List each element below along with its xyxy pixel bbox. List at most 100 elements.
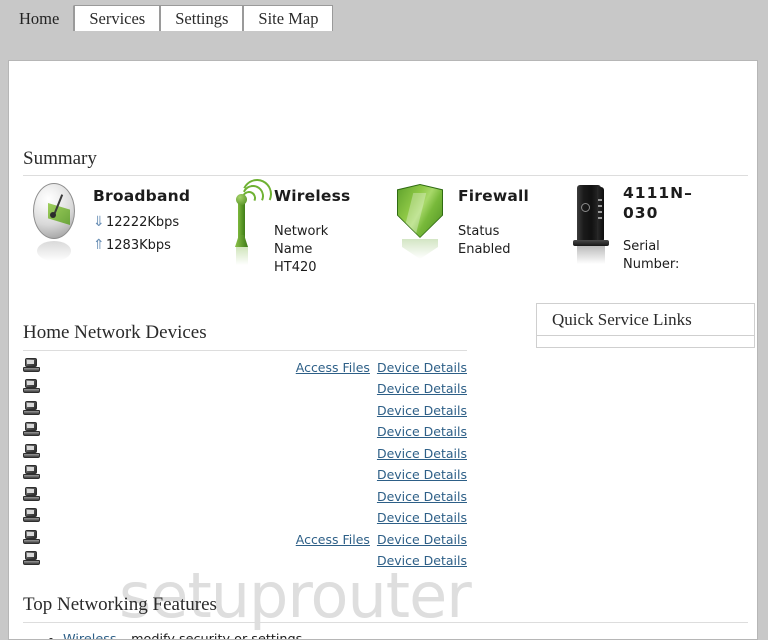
router-led-3	[598, 211, 602, 213]
computer-icon	[23, 465, 53, 485]
shield-gloss	[402, 193, 427, 235]
table-row: Device Details	[23, 465, 467, 487]
device-row-links: Device Details	[370, 488, 467, 506]
summary-heading: Summary	[23, 148, 97, 169]
download-arrow-icon: ⇓	[93, 214, 105, 230]
device-details-link[interactable]: Device Details	[377, 446, 467, 461]
feature-description: – modify security or settings	[116, 632, 303, 640]
wifi-knob	[236, 194, 247, 205]
computer-icon	[23, 551, 53, 571]
router-device-icon	[567, 181, 621, 269]
summary-wireless: Wireless Network Name HT420	[222, 174, 350, 275]
wireless-network-label-2: Name	[274, 242, 313, 257]
table-row: Access Files Device Details	[23, 357, 467, 379]
computer-icon	[23, 508, 53, 528]
wifi-reflection	[236, 247, 248, 265]
router-reflection	[577, 246, 605, 264]
firewall-shield-icon	[394, 181, 450, 269]
tab-bar: Home Services Settings Site Map	[0, 0, 768, 31]
computer-icon	[23, 443, 53, 464]
broadband-title: Broadband	[93, 187, 191, 205]
computer-icon	[23, 357, 53, 378]
device-details-link[interactable]: Device Details	[377, 360, 467, 375]
device-list: Access Files Device Details Device Details…	[23, 357, 467, 572]
device-row-links: Device Details	[370, 445, 467, 463]
quick-service-links-heading: Quick Service Links	[537, 304, 754, 336]
tab-services[interactable]: Services	[74, 5, 161, 31]
wireless-antenna-icon	[222, 174, 277, 269]
upload-arrow-icon: ⇑	[93, 237, 105, 253]
broadband-download: ⇓12222Kbps	[93, 214, 190, 230]
device-row-links: Device Details	[370, 552, 467, 570]
device-details-link[interactable]: Device Details	[377, 424, 467, 439]
table-row: Device Details	[23, 486, 467, 508]
table-row: Device Details	[23, 443, 467, 465]
download-rate: 12222Kbps	[106, 215, 180, 230]
quick-service-links-panel: Quick Service Links	[536, 303, 755, 348]
table-row: Device Details	[23, 422, 467, 444]
device-row-links: Device Details	[370, 380, 467, 398]
summary-firewall: Firewall Status Enabled	[394, 181, 529, 269]
router-text: 4111N– 030 Serial Number:	[623, 184, 693, 272]
device-details-link[interactable]: Device Details	[377, 403, 467, 418]
gauge-hub	[50, 212, 56, 218]
wireless-title: Wireless	[274, 187, 351, 205]
table-row: Device Details	[23, 379, 467, 401]
wireless-network-name: HT420	[274, 260, 317, 275]
shield-body	[398, 185, 442, 237]
computer-icon	[23, 422, 53, 442]
device-details-link[interactable]: Device Details	[377, 553, 467, 568]
router-model-line-2: 030	[623, 204, 659, 222]
computer-icon	[23, 486, 53, 507]
firewall-status-value: Enabled	[458, 242, 511, 257]
device-row-links: Device Details	[370, 466, 467, 484]
tab-home[interactable]: Home	[4, 5, 75, 31]
computer-icon	[23, 400, 53, 421]
summary-router: 4111N– 030 Serial Number:	[567, 181, 692, 272]
device-row-links: Device Details	[370, 402, 467, 420]
broadband-gauge-icon	[29, 181, 81, 269]
access-files-link[interactable]: Access Files	[296, 360, 370, 375]
device-details-link[interactable]: Device Details	[377, 532, 467, 547]
table-row: Access Files Device Details	[23, 529, 467, 551]
summary-broadband: Broadband ⇓12222Kbps ⇑1283Kbps	[29, 181, 190, 269]
router-led-4	[598, 217, 602, 219]
device-details-link[interactable]: Device Details	[377, 510, 467, 525]
device-row-links: Device Details	[370, 509, 467, 527]
shield-reflection	[402, 239, 438, 259]
feature-link[interactable]: Wireless	[63, 632, 117, 639]
device-details-link[interactable]: Device Details	[377, 467, 467, 482]
computer-icon	[23, 529, 53, 550]
broadband-upload: ⇑1283Kbps	[93, 237, 190, 253]
firewall-status-label: Status	[458, 224, 500, 239]
router-led-1	[598, 199, 602, 201]
device-details-link[interactable]: Device Details	[377, 381, 467, 396]
access-files-link[interactable]: Access Files	[296, 532, 370, 547]
wifi-base	[235, 235, 248, 247]
firewall-text: Firewall Status Enabled	[458, 187, 529, 257]
home-network-devices-heading: Home Network Devices	[23, 322, 207, 343]
table-row: Device Details	[23, 400, 467, 422]
computer-icon	[23, 379, 53, 399]
tab-site-map[interactable]: Site Map	[243, 5, 334, 31]
serial-number-label-1: Serial	[623, 239, 660, 254]
table-row: Device Details	[23, 551, 467, 573]
firewall-title: Firewall	[458, 187, 530, 205]
wireless-network-label-1: Network	[274, 224, 329, 239]
top-networking-features-heading: Top Networking Features	[23, 594, 217, 615]
router-side-panel	[597, 187, 604, 241]
device-row-links: Access Files Device Details	[289, 531, 467, 549]
broadband-text: Broadband ⇓12222Kbps ⇑1283Kbps	[93, 187, 190, 253]
device-details-link[interactable]: Device Details	[377, 489, 467, 504]
tab-settings[interactable]: Settings	[160, 5, 244, 31]
wireless-text: Wireless Network Name HT420	[274, 187, 350, 275]
table-row: Device Details	[23, 508, 467, 530]
quick-service-links-body	[537, 336, 754, 347]
features-divider	[23, 621, 748, 623]
upload-rate: 1283Kbps	[106, 238, 171, 253]
device-row-links: Access Files Device Details	[289, 359, 467, 377]
serial-number-label-2: Number:	[623, 257, 680, 272]
gauge-reflection	[37, 241, 71, 261]
content-card: setuprouter Summary Broadband ⇓12222Kbps…	[8, 60, 758, 640]
router-model-line-1: 4111N–	[623, 184, 693, 202]
